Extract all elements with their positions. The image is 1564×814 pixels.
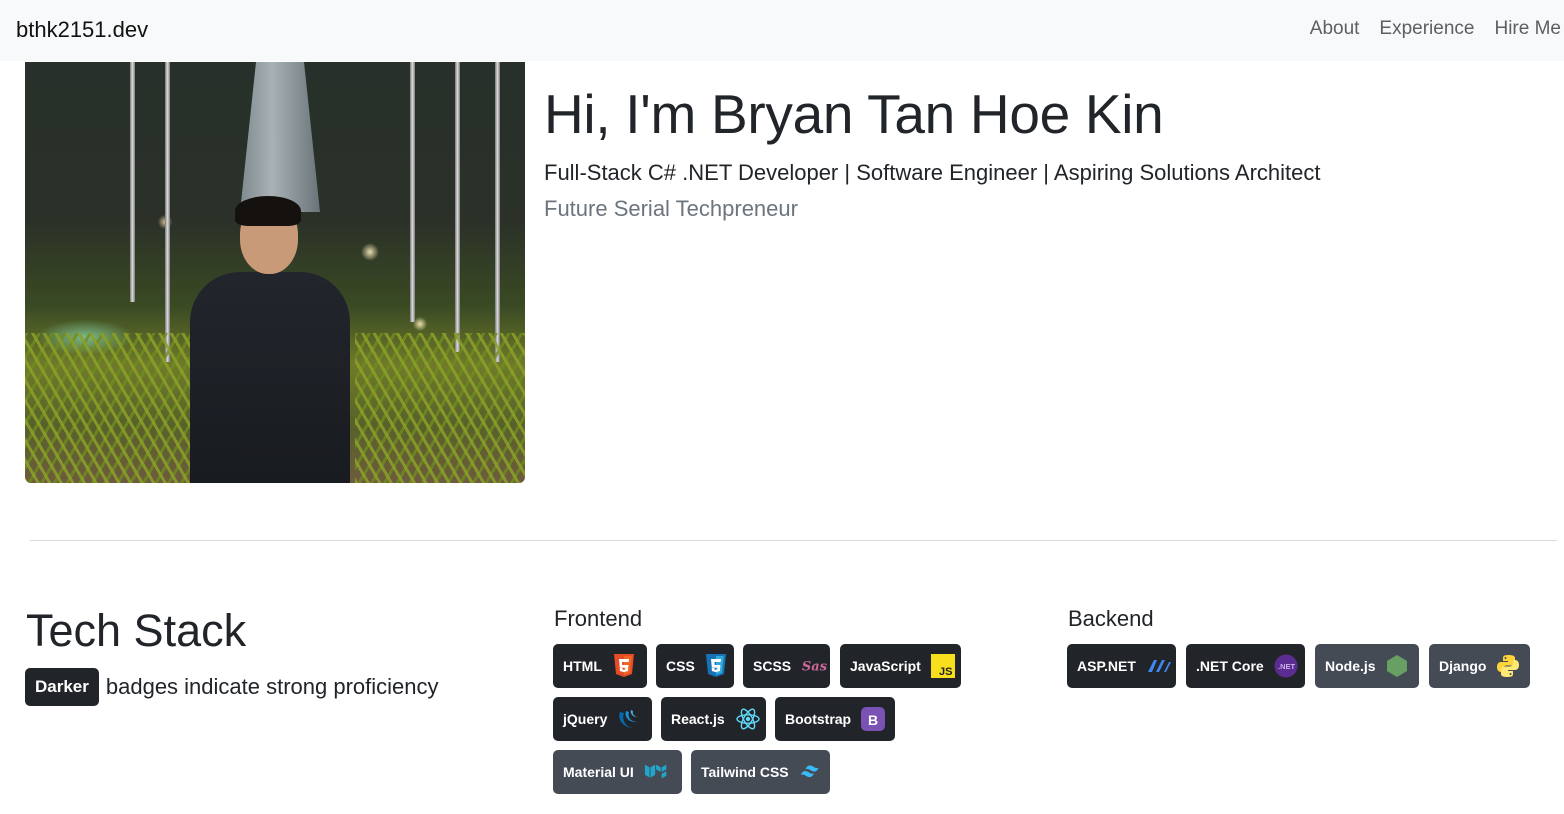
photo-flagpole xyxy=(130,62,135,302)
badge-label: jQuery xyxy=(563,711,608,727)
badge-django: Django xyxy=(1429,644,1530,688)
badge-javascript: JavaScript JS xyxy=(840,644,961,688)
navbar: bthk2151.dev About Experience Hire Me xyxy=(0,0,1564,61)
photo-plants xyxy=(25,333,195,483)
nav-link-hire-me[interactable]: Hire Me xyxy=(1494,17,1561,41)
photo-flagpole xyxy=(495,62,500,362)
photo-plants xyxy=(355,333,525,483)
badge-css: CSS xyxy=(656,644,734,688)
badge-html: HTML xyxy=(553,644,647,688)
dotnet-icon: .NET xyxy=(1274,653,1298,679)
badge-jquery: jQuery xyxy=(553,697,652,741)
photo-hair xyxy=(235,196,301,226)
photo-flagpole xyxy=(410,62,415,322)
legend-text: badges indicate strong proficiency xyxy=(105,674,439,699)
material-ui-icon xyxy=(644,759,670,785)
python-icon xyxy=(1496,653,1520,679)
badge-scss: SCSS Sass xyxy=(743,644,830,688)
badge-bootstrap: Bootstrap B xyxy=(775,697,895,741)
frontend-title: Frontend xyxy=(554,606,643,631)
section-divider xyxy=(30,540,1557,541)
brand-link[interactable]: bthk2151.dev xyxy=(16,16,148,44)
badge-aspnet: ASP.NET xyxy=(1067,644,1176,688)
svg-text:JS: JS xyxy=(939,666,952,678)
hero-subtitle: Full-Stack C# .NET Developer | Software … xyxy=(544,160,1321,185)
css3-icon xyxy=(705,653,727,679)
badge-label: Django xyxy=(1439,658,1487,674)
photo-flagpole xyxy=(455,62,460,352)
badge-label: Tailwind CSS xyxy=(701,764,789,780)
svg-text:Sass: Sass xyxy=(802,660,827,675)
jquery-icon xyxy=(617,706,643,732)
sass-icon: Sass xyxy=(801,653,827,679)
photo-person xyxy=(185,196,355,483)
nav-link-experience[interactable]: Experience xyxy=(1379,17,1474,41)
nav-link-about[interactable]: About xyxy=(1310,17,1360,41)
aspnet-icon xyxy=(1146,653,1172,679)
badge-label: .NET Core xyxy=(1196,658,1264,674)
tech-stack-title: Tech Stack xyxy=(26,605,247,656)
legend-badge: Darker xyxy=(25,668,99,706)
photo-tower xyxy=(240,62,320,212)
tailwind-icon xyxy=(799,759,825,785)
badge-label: Node.js xyxy=(1325,658,1376,674)
photo-shirt xyxy=(190,272,350,483)
bootstrap-icon: B xyxy=(861,706,886,732)
profile-photo xyxy=(25,62,525,483)
svg-text:.NET: .NET xyxy=(1278,662,1296,671)
hero-tagline: Future Serial Techpreneur xyxy=(544,196,798,221)
nodejs-icon xyxy=(1386,653,1409,679)
photo-flagpole xyxy=(165,62,170,362)
hero-title: Hi, I'm Bryan Tan Hoe Kin xyxy=(544,83,1164,145)
badge-label: HTML xyxy=(563,658,602,674)
badge-material-ui: Material UI xyxy=(553,750,682,794)
badge-label: React.js xyxy=(671,711,725,727)
badge-dotnet-core: .NET Core .NET xyxy=(1186,644,1305,688)
badge-react: React.js xyxy=(661,697,766,741)
badge-nodejs: Node.js xyxy=(1315,644,1419,688)
badge-label: SCSS xyxy=(753,658,792,674)
badge-label: Bootstrap xyxy=(785,711,852,727)
proficiency-legend: Darker badges indicate strong proficienc… xyxy=(25,668,439,706)
badge-tailwind: Tailwind CSS xyxy=(691,750,830,794)
badge-label: JavaScript xyxy=(850,658,921,674)
react-icon xyxy=(735,706,761,732)
badge-label: Material UI xyxy=(563,764,634,780)
svg-text:B: B xyxy=(868,712,878,728)
badge-label: ASP.NET xyxy=(1077,658,1136,674)
backend-title: Backend xyxy=(1068,606,1154,631)
badge-label: CSS xyxy=(666,658,695,674)
javascript-icon: JS xyxy=(930,653,955,679)
html5-icon xyxy=(612,653,637,679)
nav-links: About Experience Hire Me xyxy=(1310,17,1561,41)
